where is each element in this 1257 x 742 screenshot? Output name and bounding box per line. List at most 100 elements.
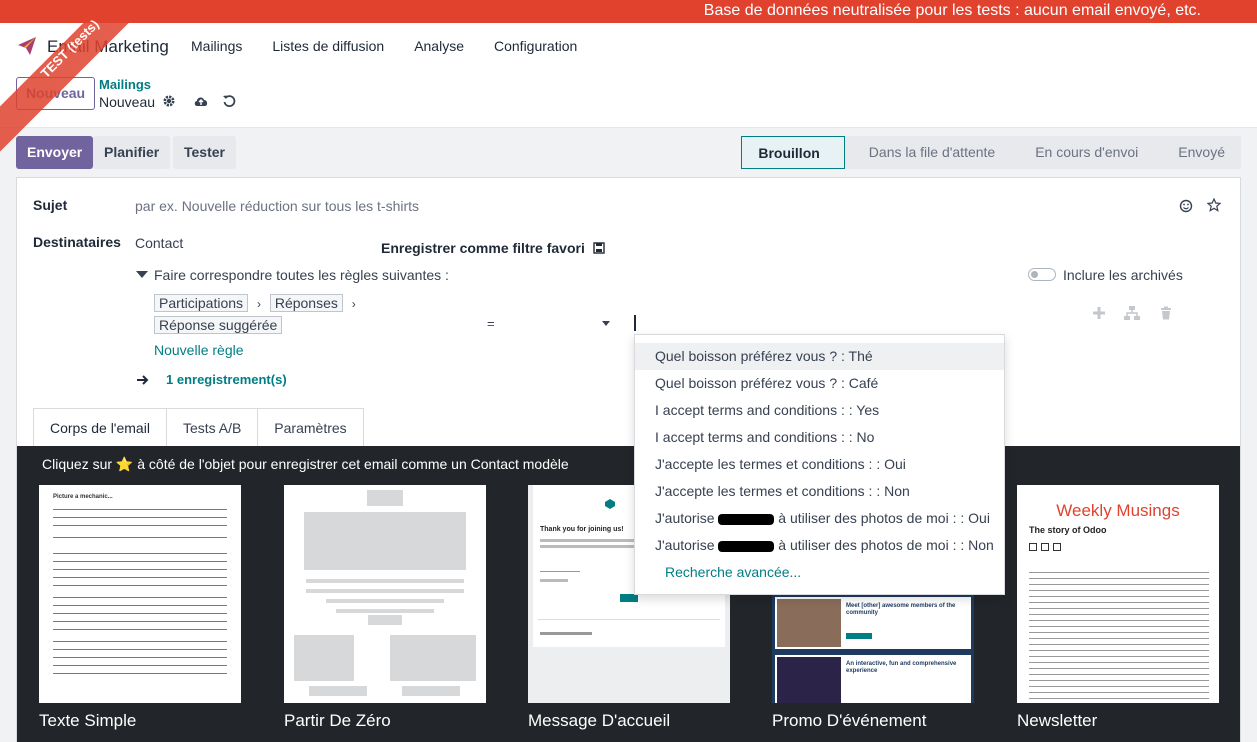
discard-icon[interactable]: [222, 94, 236, 108]
template-label-welcome: Message D'accueil: [528, 711, 671, 730]
chevron-down-icon: [602, 321, 610, 326]
collapse-caret-icon[interactable]: [136, 271, 148, 278]
newsletter-title: Weekly Musings: [1056, 501, 1180, 520]
template-label-newsletter: Newsletter: [1017, 711, 1098, 730]
recipients-label: Destinataires: [33, 234, 121, 250]
dropdown-option[interactable]: J'autorise à utiliser des photos de moi …: [635, 505, 1004, 532]
tab-settings[interactable]: Paramètres: [257, 408, 364, 447]
save-favorite-filter[interactable]: Enregistrer comme filtre favori: [381, 240, 605, 256]
newsletter-subtitle: The story of Odoo: [1029, 525, 1107, 535]
welcome-heading: Thank you for joining us!: [540, 526, 624, 533]
add-rule-icon[interactable]: [1092, 306, 1106, 320]
banner-text: Base de données neutralisée pour les tes…: [703, 2, 1201, 19]
save-favorite-filter-label: Enregistrer comme filtre favori: [381, 240, 585, 256]
redacted-name: [718, 513, 775, 525]
stage-sending[interactable]: En cours d'envoi: [1011, 136, 1155, 169]
arrow-right-icon: [137, 375, 149, 385]
subject-label: Sujet: [33, 197, 68, 213]
template-chooser: Cliquez sur ⭐ à côté de l'objet pour enr…: [17, 446, 1240, 742]
dropdown-option[interactable]: J'accepte les termes et conditions : : O…: [635, 451, 1004, 478]
dropdown-option[interactable]: I accept terms and conditions : : Yes: [635, 397, 1004, 424]
include-archived-toggle[interactable]: [1028, 268, 1056, 281]
dropdown-option[interactable]: Quel boisson préférez vous ? : Café: [635, 370, 1004, 397]
delete-rule-icon[interactable]: [1159, 306, 1173, 320]
event-heading: Meet [other] awesome members of the comm…: [846, 603, 956, 616]
option-text: Quel boisson préférez vous ? : Thé: [655, 348, 873, 364]
operator-select[interactable]: =: [487, 315, 613, 333]
record-count-link[interactable]: 1 enregistrement(s): [166, 372, 287, 387]
path-participations: Participations: [154, 294, 249, 312]
welcome-logo-icon: [605, 499, 615, 509]
breadcrumb-mailings[interactable]: Mailings: [99, 77, 151, 92]
cloud-upload-icon[interactable]: [193, 94, 209, 108]
value-input-cursor[interactable]: [634, 315, 636, 331]
emoji-icon[interactable]: [1179, 199, 1193, 213]
menu-mailings[interactable]: Mailings: [191, 38, 242, 54]
option-text: I accept terms and conditions : : No: [655, 429, 875, 445]
test-button[interactable]: Tester: [173, 136, 236, 169]
rule-path-selector[interactable]: Participations › Réponses › Réponse sugg…: [154, 294, 394, 334]
match-all-text: Faire correspondre toutes les règles sui…: [154, 267, 449, 283]
option-text: J'autorise: [655, 537, 715, 553]
test-database-banner: Base de données neutralisée pour les tes…: [0, 0, 1257, 23]
template-label-event: Promo D'événement: [772, 711, 927, 730]
stage-queued[interactable]: Dans la file d'attente: [844, 136, 1012, 169]
save-icon: [593, 242, 605, 254]
email-marketing-app-icon[interactable]: [16, 35, 38, 57]
path-suggested-answer: Réponse suggérée: [154, 316, 283, 334]
option-text-suffix: à utiliser des photos de moi : : Non: [778, 537, 994, 553]
option-text: J'autorise: [655, 510, 715, 526]
form-sheet: Sujet par ex. Nouvelle réduction sur tou…: [16, 177, 1241, 742]
redacted-name: [718, 540, 775, 552]
tab-email-body[interactable]: Corps de l'email: [33, 408, 167, 447]
subject-input[interactable]: par ex. Nouvelle réduction sur tous les …: [135, 198, 419, 214]
include-archived-label: Inclure les archivés: [1063, 267, 1183, 283]
stage-sent[interactable]: Envoyé: [1154, 136, 1241, 169]
path-responses: Réponses: [269, 294, 343, 312]
chevron-right-icon: ›: [351, 297, 356, 311]
template-newsletter[interactable]: Weekly Musings The story of Odoo: [1017, 485, 1219, 703]
operator-value: =: [487, 316, 495, 331]
breadcrumb-current: Nouveau: [99, 94, 156, 110]
dropdown-option[interactable]: I accept terms and conditions : : No: [635, 424, 1004, 451]
dropdown-option[interactable]: Quel boisson préférez vous ? : Thé: [635, 343, 1004, 370]
option-text-suffix: à utiliser des photos de moi : : Oui: [778, 510, 990, 526]
status-bar: Brouillon Dans la file d'attente En cour…: [741, 136, 1241, 169]
event-heading-2: An interactive, fun and comprehensive ex…: [846, 661, 957, 674]
new-button[interactable]: Nouveau: [16, 77, 95, 110]
plain-preview-heading: Picture a mechanic...: [53, 494, 113, 500]
new-rule-link[interactable]: Nouvelle règle: [154, 342, 244, 358]
control-panel: Nouveau Mailings Nouveau: [0, 70, 1257, 128]
dropdown-option[interactable]: J'autorise à utiliser des photos de moi …: [635, 532, 1004, 559]
menu-analysis[interactable]: Analyse: [414, 38, 464, 54]
gear-icon[interactable]: [162, 94, 176, 108]
tab-ab-tests[interactable]: Tests A/B: [165, 408, 259, 447]
notebook-tabs: Corps de l'email Tests A/B Paramètres: [33, 408, 364, 447]
action-bar: Envoyer Planifier Tester Brouillon Dans …: [16, 136, 1241, 169]
star-icon[interactable]: [1207, 198, 1221, 212]
chevron-right-icon: ›: [256, 297, 261, 311]
template-plain-text[interactable]: Picture a mechanic...: [39, 485, 241, 703]
send-button[interactable]: Envoyer: [16, 136, 94, 169]
advanced-search-link[interactable]: Recherche avancée...: [635, 559, 1004, 586]
option-text: J'accepte les termes et conditions : : N…: [655, 483, 910, 499]
option-text: Quel boisson préférez vous ? : Café: [655, 375, 879, 391]
schedule-button[interactable]: Planifier: [93, 136, 171, 169]
template-hint: Cliquez sur ⭐ à côté de l'objet pour enr…: [42, 456, 569, 472]
top-navbar: Email Marketing Mailings Listes de diffu…: [0, 23, 1257, 70]
app-name[interactable]: Email Marketing: [47, 37, 169, 57]
menu-mailing-lists[interactable]: Listes de diffusion: [272, 38, 384, 54]
plain-preview: Picture a mechanic...: [39, 485, 241, 685]
value-autocomplete-dropdown: Quel boisson préférez vous ? : Thé Quel …: [634, 334, 1005, 595]
main-menu: Mailings Listes de diffusion Analyse Con…: [191, 38, 607, 54]
dropdown-option[interactable]: J'accepte les termes et conditions : : N…: [635, 478, 1004, 505]
menu-configuration[interactable]: Configuration: [494, 38, 577, 54]
stage-draft[interactable]: Brouillon: [741, 136, 845, 169]
template-label-blank: Partir De Zéro: [284, 711, 391, 730]
option-text: I accept terms and conditions : : Yes: [655, 402, 880, 418]
template-blank[interactable]: [284, 485, 486, 703]
option-text: J'accepte les termes et conditions : : O…: [655, 456, 906, 472]
add-branch-icon[interactable]: [1124, 306, 1140, 320]
template-label-plain: Texte Simple: [39, 711, 137, 730]
recipients-model[interactable]: Contact: [135, 235, 183, 251]
